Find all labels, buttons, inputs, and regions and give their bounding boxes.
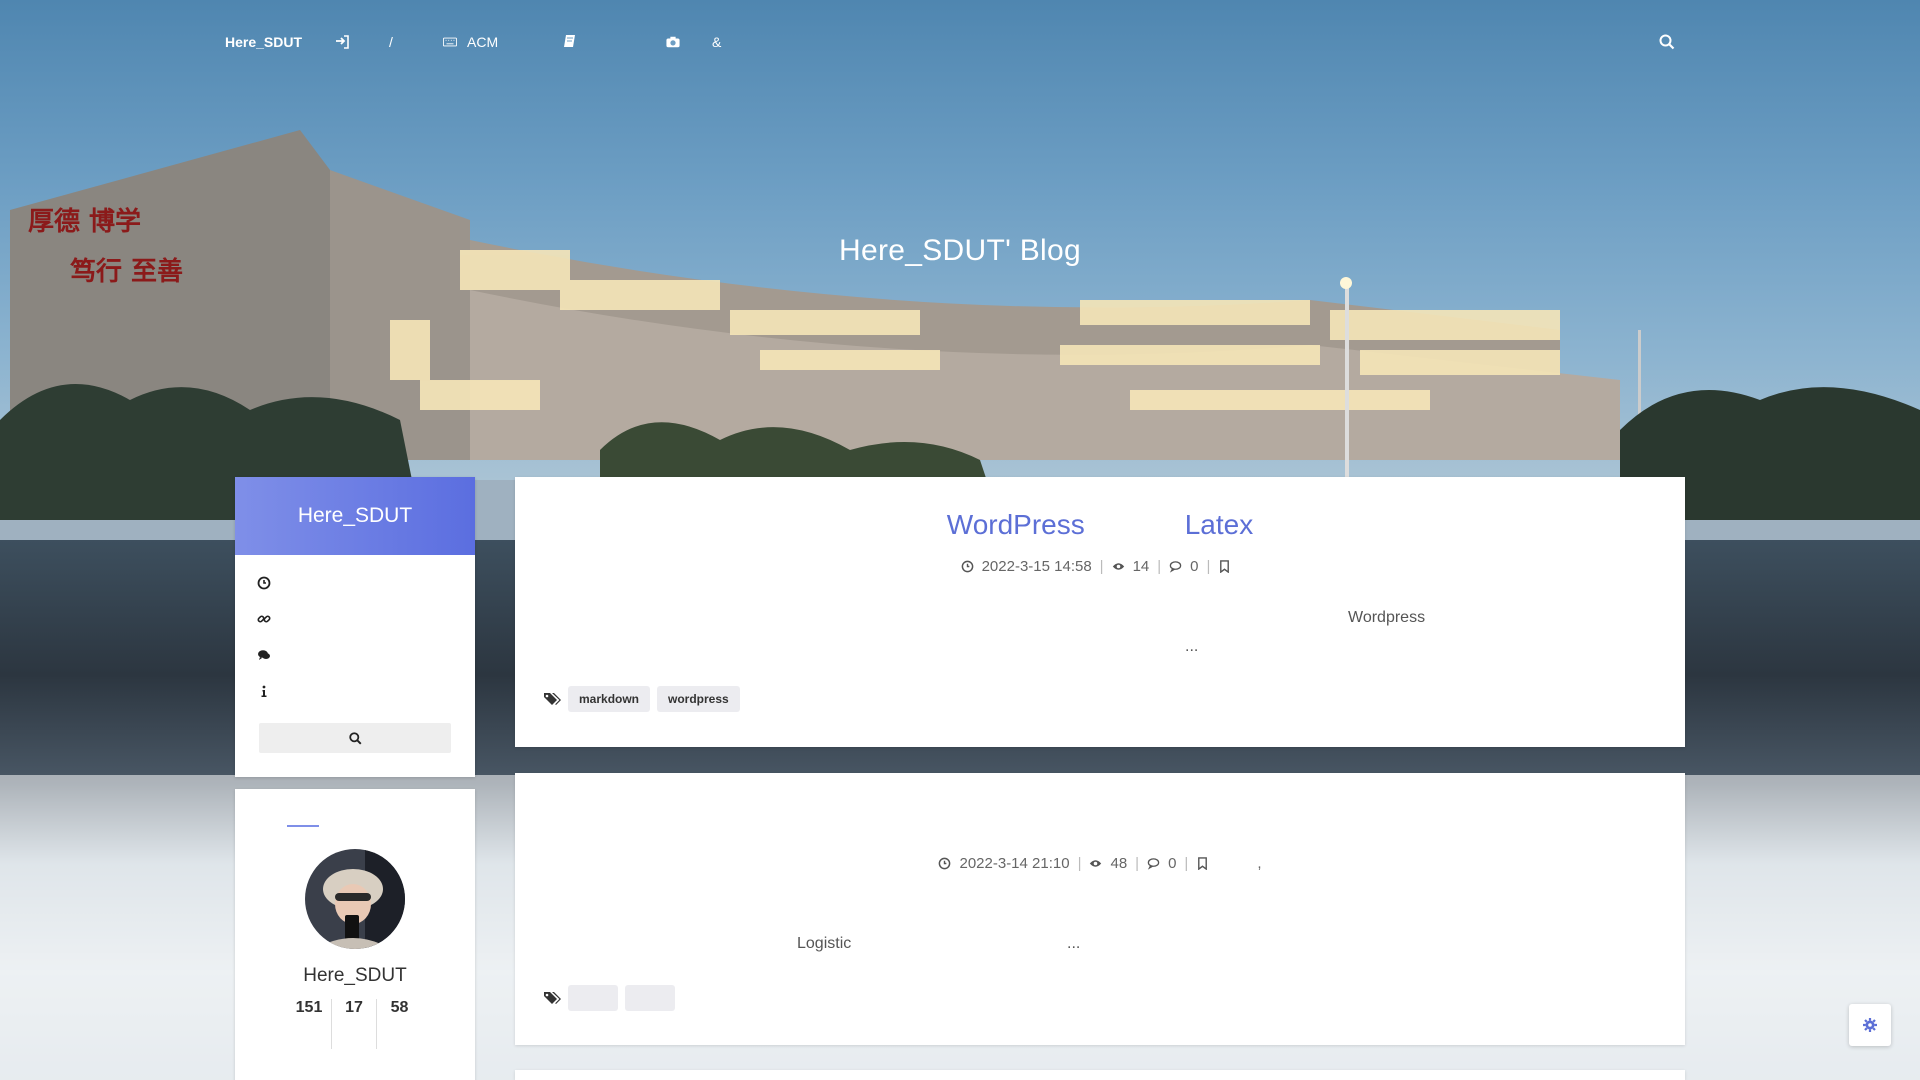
tags-icon <box>544 693 561 705</box>
bookmark-icon <box>1220 560 1230 573</box>
post-excerpt-line1: Logistic <box>797 935 852 952</box>
post-card <box>515 1070 1685 1080</box>
nav-item-label: ACM <box>467 34 499 50</box>
meta-separator: | <box>1206 558 1211 575</box>
tags-icon <box>544 992 561 1004</box>
meta-separator: | <box>1135 855 1140 872</box>
sidebar-item-links[interactable] <box>257 601 453 637</box>
clock-icon <box>939 857 951 870</box>
meta-separator: | <box>1157 558 1162 575</box>
nav-item-label: & <box>712 34 722 50</box>
post-date: 2022-3-15 14:58 <box>981 558 1092 575</box>
meta-separator: | <box>1077 855 1082 872</box>
profile-stats: 151 17 58 <box>287 999 422 1049</box>
nav-item-acm[interactable]: ACM <box>443 34 498 50</box>
post-meta: 2022-3-14 21:10 | 48 | 0 | , <box>515 855 1685 872</box>
link-icon <box>257 615 271 623</box>
avatar-image <box>305 849 405 949</box>
sidebar-item-archive[interactable] <box>257 565 453 601</box>
nav-item-book[interactable] <box>563 34 587 48</box>
tag-chip[interactable]: markdown <box>568 686 651 712</box>
post-tags <box>543 985 675 1011</box>
avatar[interactable] <box>305 849 405 949</box>
gear-icon <box>1863 1018 1877 1032</box>
nav-item-gallery[interactable]: & <box>666 34 721 50</box>
post-excerpt-line1: Wordpress <box>1348 609 1426 626</box>
post-comments[interactable]: 0 <box>1190 558 1198 575</box>
post-meta: 2022-3-15 14:58 | 14 | 0 | <box>515 558 1685 575</box>
post-excerpt-line2: ... <box>1067 935 1081 952</box>
search-icon[interactable] <box>1659 34 1675 50</box>
sign-in-icon <box>336 35 349 49</box>
post-excerpt-line2: ... <box>1185 638 1199 655</box>
stat-categories[interactable]: 17 <box>332 999 377 1049</box>
keyboard-icon <box>443 37 457 47</box>
eye-icon <box>1112 563 1124 570</box>
post-title[interactable]: WordPress Latex <box>515 509 1685 541</box>
meta-separator: | <box>1184 855 1189 872</box>
sidebar-item-comments[interactable] <box>257 637 453 673</box>
nav-item-label: / <box>389 34 393 50</box>
blog-title: Here_SDUT' Blog <box>839 234 1081 267</box>
post-card: 2022-3-14 21:10 | 48 | 0 | , Logistic ..… <box>515 773 1685 1045</box>
clock-icon <box>257 576 271 590</box>
svg-text:厚德 博学: 厚德 博学 <box>28 206 141 237</box>
search-icon <box>348 731 361 744</box>
settings-button[interactable] <box>1849 1004 1891 1046</box>
info-icon <box>261 685 267 697</box>
eye-icon <box>1090 860 1102 867</box>
meta-separator: | <box>1099 558 1104 575</box>
profile-name: Here_SDUT <box>303 965 407 986</box>
comments-icon <box>258 650 270 660</box>
sidebar-item-about[interactable] <box>257 673 453 709</box>
book-icon <box>564 35 575 47</box>
sidebar-menu-card: Here_SDUT <box>235 477 475 777</box>
post-title-part[interactable]: Latex <box>1185 509 1254 541</box>
tag-chip[interactable] <box>568 985 618 1011</box>
profile-tab-indicator <box>287 825 319 827</box>
nav-item-login[interactable]: / <box>335 34 393 50</box>
bookmark-icon <box>1198 857 1208 870</box>
post-date: 2022-3-14 21:10 <box>959 855 1070 872</box>
comment-icon <box>1169 561 1182 573</box>
tag-chip[interactable]: wordpress <box>657 686 740 712</box>
sidebar-search-button[interactable] <box>259 723 451 753</box>
stat-tags[interactable]: 58 <box>377 999 422 1049</box>
sidebar-menu <box>235 555 475 709</box>
post-views: 48 <box>1110 855 1128 872</box>
post-comments[interactable]: 0 <box>1168 855 1176 872</box>
stat-posts[interactable]: 151 <box>287 999 332 1049</box>
post-category[interactable]: , <box>1257 855 1261 872</box>
post-tags: markdown wordpress <box>543 686 740 712</box>
comment-icon <box>1147 858 1160 870</box>
post-views: 14 <box>1132 558 1150 575</box>
sidebar-site-name[interactable]: Here_SDUT <box>235 477 475 555</box>
profile-card: Here_SDUT 151 17 58 <box>235 789 475 1080</box>
clock-icon <box>961 560 973 573</box>
camera-icon <box>666 36 680 48</box>
top-navigation: Here_SDUT / ACM & <box>0 0 1920 86</box>
tag-chip[interactable] <box>625 985 675 1011</box>
nav-brand[interactable]: Here_SDUT <box>225 34 302 50</box>
post-title-part[interactable]: WordPress <box>947 509 1085 541</box>
post-card: WordPress Latex 2022-3-15 14:58 | 14 | 0… <box>515 477 1685 747</box>
